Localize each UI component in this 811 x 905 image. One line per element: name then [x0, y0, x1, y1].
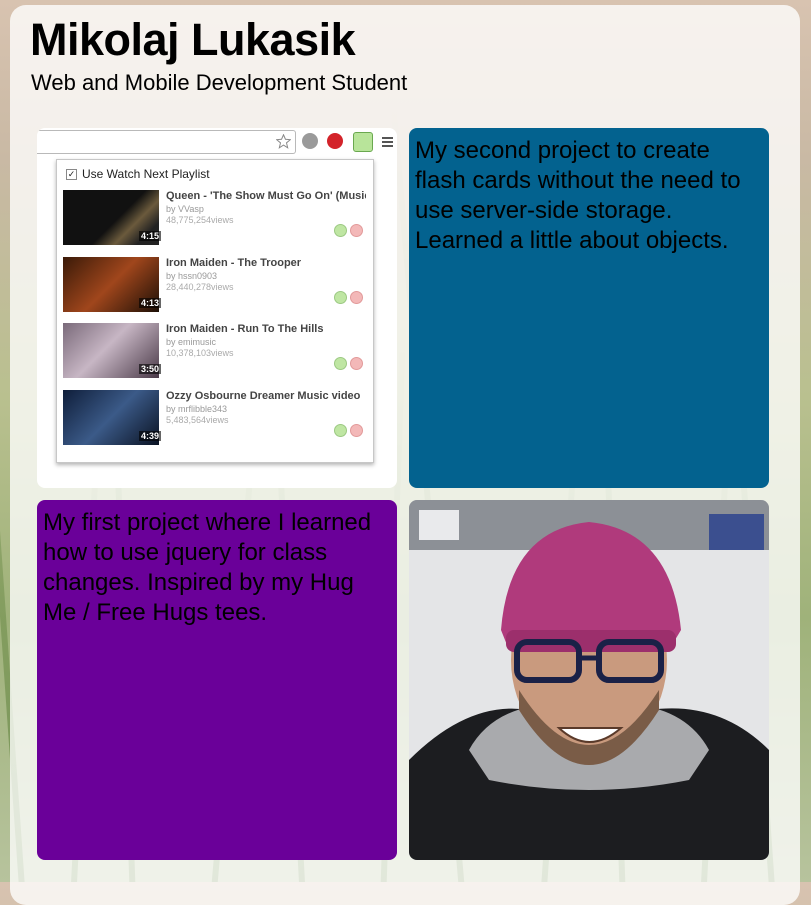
video-title[interactable]: Queen - 'The Show Must Go On' (Music	[166, 190, 366, 202]
remove-icon[interactable]	[350, 291, 363, 304]
playlist-checkbox[interactable]: ✓ Use Watch Next Playlist	[66, 167, 210, 181]
add-icon[interactable]	[334, 357, 347, 370]
video-author: by VVasp	[166, 204, 204, 214]
project-tile-flash-cards[interactable]: My second project to create flash cards …	[409, 128, 769, 488]
remove-icon[interactable]	[350, 357, 363, 370]
menu-icon	[382, 137, 393, 147]
video-duration: 4:13	[139, 298, 162, 308]
video-item[interactable]: 4:39 Ozzy Osbourne Dreamer Music video b…	[63, 390, 363, 446]
download-icon	[302, 133, 318, 149]
checkbox-icon: ✓	[66, 168, 77, 180]
video-views: 28,440,278views	[166, 282, 234, 292]
portrait-image	[409, 500, 769, 860]
profile-photo	[409, 500, 769, 860]
video-title[interactable]: Iron Maiden - The Trooper	[166, 257, 366, 269]
pinterest-icon	[327, 133, 343, 149]
video-views: 48,775,254views	[166, 215, 234, 225]
video-author: by mrflibble343	[166, 404, 228, 414]
project-tile-hug-me[interactable]: My first project where I learned how to …	[37, 500, 397, 860]
add-icon[interactable]	[334, 291, 347, 304]
video-author: by emimusic	[166, 337, 217, 347]
video-duration: 3:50	[139, 364, 162, 374]
video-title[interactable]: Iron Maiden - Run To The Hills	[166, 323, 366, 335]
extension-icon	[353, 132, 373, 152]
page-subtitle: Web and Mobile Development Student	[31, 70, 408, 95]
video-duration: 4:39	[139, 431, 162, 441]
video-views: 5,483,564views	[166, 415, 229, 425]
remove-icon[interactable]	[350, 224, 363, 237]
video-title[interactable]: Ozzy Osbourne Dreamer Music video	[166, 390, 366, 402]
video-duration: 4:15	[139, 231, 162, 241]
video-item[interactable]: 4:15 Queen - 'The Show Must Go On' (Musi…	[63, 190, 366, 246]
video-author: by hssn0903	[166, 271, 218, 281]
playlist-label: Use Watch Next Playlist	[82, 167, 210, 181]
video-item[interactable]: 4:13 Iron Maiden - The Trooper by hssn09…	[63, 257, 363, 313]
video-views: 10,378,103views	[166, 348, 234, 358]
video-item[interactable]: 3:50 Iron Maiden - Run To The Hills by e…	[63, 323, 363, 379]
project-description: My first project where I learned how to …	[43, 509, 372, 626]
page-title: Mikolaj Lukasik	[30, 14, 356, 65]
watch-next-popup: ✓ Use Watch Next Playlist 4:15 Queen - '…	[56, 159, 374, 463]
star-icon	[276, 134, 291, 149]
project-tile-watch-next[interactable]: ✓ Use Watch Next Playlist 4:15 Queen - '…	[37, 128, 397, 488]
add-icon[interactable]	[334, 424, 347, 437]
project-description: My second project to create flash cards …	[415, 137, 741, 254]
add-icon[interactable]	[334, 224, 347, 237]
address-bar	[37, 130, 296, 154]
remove-icon[interactable]	[350, 424, 363, 437]
